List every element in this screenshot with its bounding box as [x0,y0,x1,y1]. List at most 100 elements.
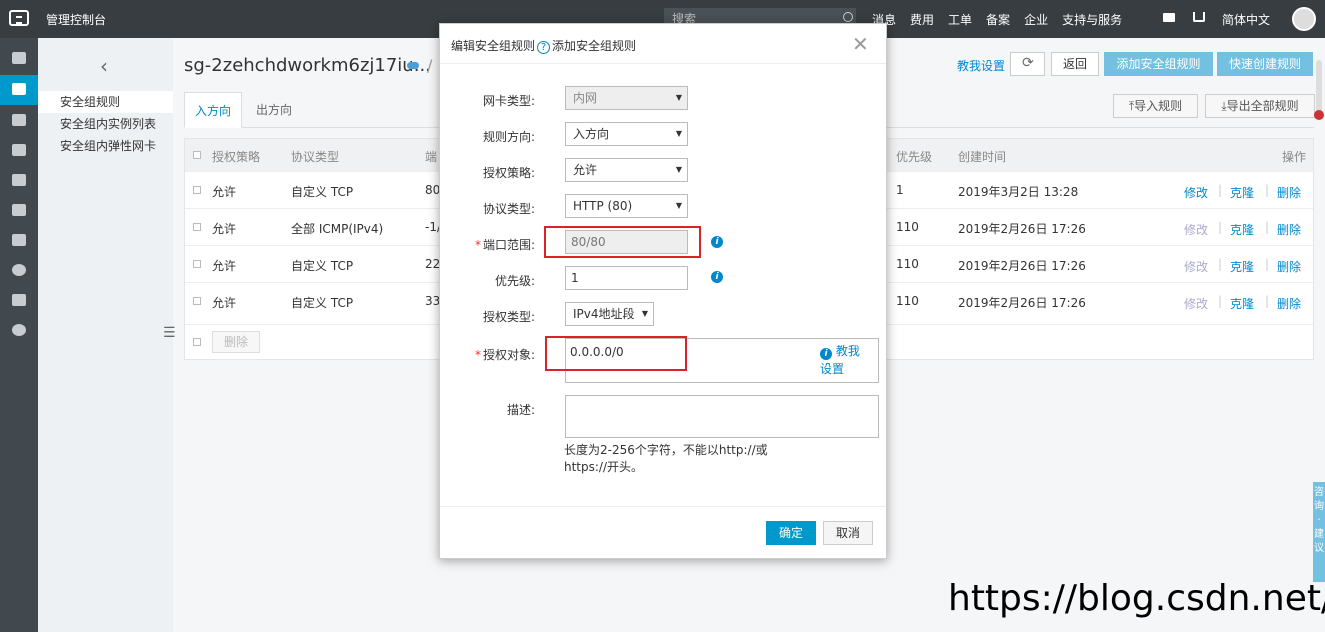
highlight-box [544,226,701,258]
row-checkbox[interactable] [193,223,201,231]
cloud-disk-icon[interactable] [12,174,26,186]
required-mark: * [474,348,481,362]
batch-delete-button[interactable]: 删除 [212,331,260,353]
info-icon[interactable]: i [711,236,723,248]
highlight-box [545,336,687,371]
cart-icon[interactable] [1193,12,1205,22]
description-textarea[interactable] [565,395,879,438]
search-icon[interactable] [843,12,853,22]
row-edit-link[interactable]: 修改 [1184,184,1208,201]
row-priority: 1 [896,183,904,197]
row-policy: 允许 [212,222,237,236]
priority-input[interactable]: 1 [565,266,688,290]
bucket-icon[interactable] [12,294,26,306]
cluster-icon[interactable] [12,234,26,246]
add-rule-button[interactable]: 添加安全组规则 [1104,52,1213,76]
protocol-select[interactable]: HTTP (80) [565,194,688,218]
footer-checkbox[interactable] [193,338,201,346]
ecs-icon[interactable] [12,83,26,95]
row-edit-link[interactable]: 修改 [1184,295,1208,312]
row-delete-link[interactable]: 删除 [1277,184,1301,201]
row-protocol: 全部 ICMP(IPv4) [291,222,384,236]
row-edit-link[interactable]: 修改 [1184,258,1208,275]
row-edit-link[interactable]: 修改 [1184,221,1208,238]
row-clone-link[interactable]: 克隆 [1230,258,1254,275]
direction-label: 规则方向: [482,130,535,144]
auth-help-text-1: 教我 [835,344,860,358]
row-delete-link[interactable]: 删除 [1277,221,1301,238]
row-delete-link[interactable]: 删除 [1277,295,1301,312]
grid-icon[interactable] [12,52,26,64]
close-icon[interactable]: ✕ [852,32,869,56]
nic-type-select[interactable]: 内网 [565,86,688,110]
info-icon[interactable]: i [711,271,723,283]
import-rules-button[interactable]: ⤒导入规则 [1113,94,1198,118]
row-checkbox[interactable] [193,186,201,194]
row-created: 2019年3月2日 13:28 [958,185,1079,199]
row-created: 2019年2月26日 17:26 [958,259,1086,273]
protocol-label: 协议类型: [482,202,535,216]
nav-icp[interactable]: 备案 [986,11,1010,28]
collapse-handle-icon[interactable]: ☰ [163,325,176,341]
row-port: 33 [425,294,441,308]
nav-tickets[interactable]: 工单 [948,11,972,28]
nav-enterprise[interactable]: 企业 [1024,11,1048,28]
sidebar-item-eni[interactable]: 安全组内弹性网卡 [38,135,173,157]
row-priority: 110 [896,220,919,234]
row-clone-link[interactable]: 克隆 [1230,295,1254,312]
sidebar-item-rules[interactable]: 安全组规则 [38,91,173,113]
row-checkbox[interactable] [193,297,201,305]
confirm-button[interactable]: 确定 [766,521,816,545]
console-title[interactable]: 管理控制台 [46,11,106,28]
tab-inbound[interactable]: 入方向 [184,92,243,128]
row-delete-link[interactable]: 删除 [1277,258,1301,275]
row-policy: 允许 [212,185,237,199]
divider: | [1218,183,1223,197]
mail-icon[interactable] [1163,13,1175,22]
chevron-left-icon[interactable]: ‹ [100,54,108,78]
refresh-button[interactable] [1010,52,1045,76]
row-clone-link[interactable]: 克隆 [1230,221,1254,238]
priority-label: 优先级: [494,274,535,288]
divider: | [1218,257,1223,271]
language-switch[interactable]: 简体中文 [1222,11,1270,28]
row-priority: 110 [896,257,919,271]
help-link[interactable]: 教我设置 [957,57,1005,74]
dialog-title-add[interactable]: 添加安全组规则 [552,39,636,53]
description-hint: 长度为2-256个字符，不能以http://或https://开头。 [564,443,768,474]
row-clone-link[interactable]: 克隆 [1230,184,1254,201]
nav-support[interactable]: 支持与服务 [1062,11,1122,28]
nav-billing[interactable]: 费用 [910,11,934,28]
auth-type-select[interactable]: IPv4地址段 [565,302,654,326]
avatar[interactable] [1292,7,1316,31]
row-checkbox[interactable] [193,260,201,268]
select-all-checkbox[interactable] [193,151,201,159]
edit-rule-dialog: 编辑安全组规则?添加安全组规则 ✕ 网卡类型: 内网 规则方向: 入方向 授权策… [439,23,887,559]
divider: | [1218,294,1223,308]
policy-select[interactable]: 允许 [565,158,688,182]
dialog-footer: 确定 取消 [440,506,886,560]
row-protocol: 自定义 TCP [291,296,354,310]
row-policy: 允许 [212,296,237,310]
divider: | [1265,220,1270,234]
sidebar-item-instances[interactable]: 安全组内实例列表 [38,113,173,135]
globe-icon[interactable] [12,264,26,276]
auth-object-label: * 授权对象: [440,346,535,363]
circle-icon[interactable] [12,324,26,336]
back-button[interactable]: 返回 [1051,52,1099,76]
tab-outbound[interactable]: 出方向 [246,92,302,128]
quick-rule-button[interactable]: 快速创建规则 [1217,52,1313,76]
cancel-button[interactable]: 取消 [823,521,873,545]
policy-label: 授权策略: [482,166,535,180]
col-port: 端 [425,150,438,164]
network-icon[interactable] [12,204,26,216]
auth-help-link[interactable]: i 教我 设置 [820,342,876,378]
cloud-icon[interactable] [12,144,26,156]
trophy-icon[interactable] [12,114,26,126]
direction-select[interactable]: 入方向 [565,122,688,146]
aliyun-logo-icon[interactable] [9,10,29,26]
question-icon[interactable]: ? [537,41,551,54]
export-rules-button[interactable]: ⤓导出全部规则 [1205,94,1315,118]
page-title: sg-2zehchdworkm6zj17iu... [184,55,431,76]
feedback-tab[interactable]: 咨询·建议 [1313,482,1325,582]
